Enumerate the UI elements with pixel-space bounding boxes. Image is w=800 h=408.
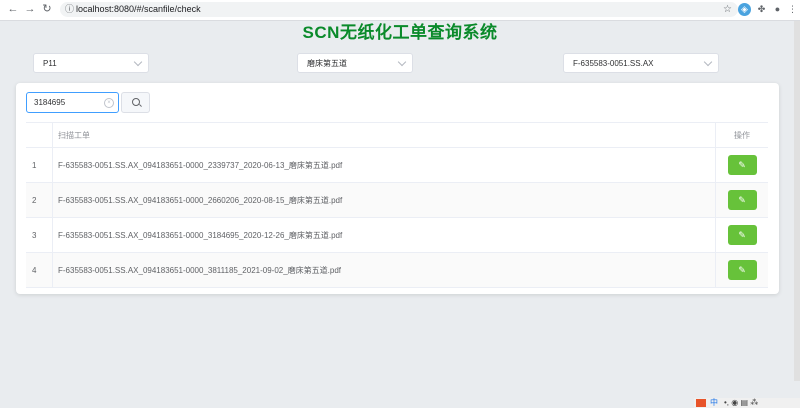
process-select[interactable]: 磨床第五道 bbox=[297, 53, 413, 73]
header-op: 操作 bbox=[734, 130, 750, 140]
edit-icon: ✎ bbox=[738, 264, 746, 275]
row-actions: ✎ bbox=[716, 253, 768, 287]
edit-button[interactable]: ✎ bbox=[727, 260, 757, 280]
ime-indicator[interactable]: 中 bbox=[710, 398, 718, 408]
edit-button[interactable]: ✎ bbox=[727, 225, 757, 245]
edit-icon: ✎ bbox=[738, 194, 746, 205]
scrollbar[interactable] bbox=[794, 21, 800, 381]
profile-avatar-icon[interactable]: ● bbox=[771, 3, 784, 16]
table-row: 1 F-635583-0051.SS.AX_094183651-0000_233… bbox=[26, 148, 768, 183]
clear-icon[interactable]: × bbox=[104, 98, 114, 108]
table-row: 3 F-635583-0051.SS.AX_094183651-0000_318… bbox=[26, 218, 768, 253]
search-input[interactable]: 3184695 × bbox=[26, 92, 119, 113]
browser-menu-icon[interactable]: ⋮ bbox=[786, 3, 799, 16]
line-select-value: P11 bbox=[43, 59, 57, 68]
app-tray-icon[interactable] bbox=[696, 399, 706, 407]
forward-icon[interactable]: → bbox=[23, 2, 37, 16]
row-actions: ✎ bbox=[716, 218, 768, 252]
table-header: 扫描工单 操作 bbox=[26, 123, 768, 148]
row-index: 2 bbox=[26, 183, 53, 217]
part-select-value: F-635583-0051.SS.AX bbox=[573, 59, 654, 68]
edit-icon: ✎ bbox=[738, 159, 746, 170]
chevron-down-icon bbox=[397, 57, 407, 67]
edit-icon: ✎ bbox=[738, 229, 746, 240]
url-text[interactable]: localhost:8080/#/scanfile/check bbox=[76, 2, 201, 17]
extensions-puzzle-icon[interactable]: ✤ bbox=[755, 3, 768, 16]
search-button[interactable] bbox=[121, 92, 150, 113]
reload-icon[interactable]: ↻ bbox=[40, 2, 54, 16]
edit-button[interactable]: ✎ bbox=[727, 155, 757, 175]
info-icon[interactable]: ⓘ bbox=[65, 3, 74, 16]
chevron-down-icon bbox=[133, 57, 143, 67]
extension-icon[interactable]: ◈ bbox=[738, 3, 751, 16]
edit-button[interactable]: ✎ bbox=[727, 190, 757, 210]
row-index: 1 bbox=[26, 148, 53, 182]
table-row: 2 F-635583-0051.SS.AX_094183651-0000_266… bbox=[26, 183, 768, 218]
table-row: 4 F-635583-0051.SS.AX_094183651-0000_381… bbox=[26, 253, 768, 288]
browser-toolbar: ← → ↻ ⓘ localhost:8080/#/scanfile/check … bbox=[0, 0, 800, 21]
row-actions: ✎ bbox=[716, 183, 768, 217]
search-icon bbox=[132, 98, 140, 106]
system-tray: 中 •, ◉ ▤ ⁂ bbox=[694, 398, 800, 408]
process-select-value: 磨床第五道 bbox=[307, 59, 347, 68]
chevron-down-icon bbox=[703, 57, 713, 67]
row-filename: F-635583-0051.SS.AX_094183651-0000_31846… bbox=[53, 218, 716, 252]
part-select[interactable]: F-635583-0051.SS.AX bbox=[563, 53, 719, 73]
row-index: 4 bbox=[26, 253, 53, 287]
header-index bbox=[26, 123, 53, 147]
line-select[interactable]: P11 bbox=[33, 53, 149, 73]
search-value[interactable]: 3184695 bbox=[34, 93, 65, 112]
tray-icons[interactable]: •, ◉ ▤ ⁂ bbox=[724, 398, 758, 408]
row-filename: F-635583-0051.SS.AX_094183651-0000_38111… bbox=[53, 253, 716, 287]
row-index: 3 bbox=[26, 218, 53, 252]
results-table: 扫描工单 操作 1 F-635583-0051.SS.AX_094183651-… bbox=[26, 122, 768, 288]
address-bar[interactable]: ⓘ localhost:8080/#/scanfile/check ☆ bbox=[60, 2, 738, 17]
page-title: SCN无纸化工单查询系统 bbox=[302, 23, 498, 42]
header-name: 扫描工单 bbox=[53, 123, 716, 147]
back-icon[interactable]: ← bbox=[6, 2, 20, 16]
row-filename: F-635583-0051.SS.AX_094183651-0000_23397… bbox=[53, 148, 716, 182]
row-filename: F-635583-0051.SS.AX_094183651-0000_26602… bbox=[53, 183, 716, 217]
bookmark-star-icon[interactable]: ☆ bbox=[723, 2, 732, 17]
row-actions: ✎ bbox=[716, 148, 768, 182]
